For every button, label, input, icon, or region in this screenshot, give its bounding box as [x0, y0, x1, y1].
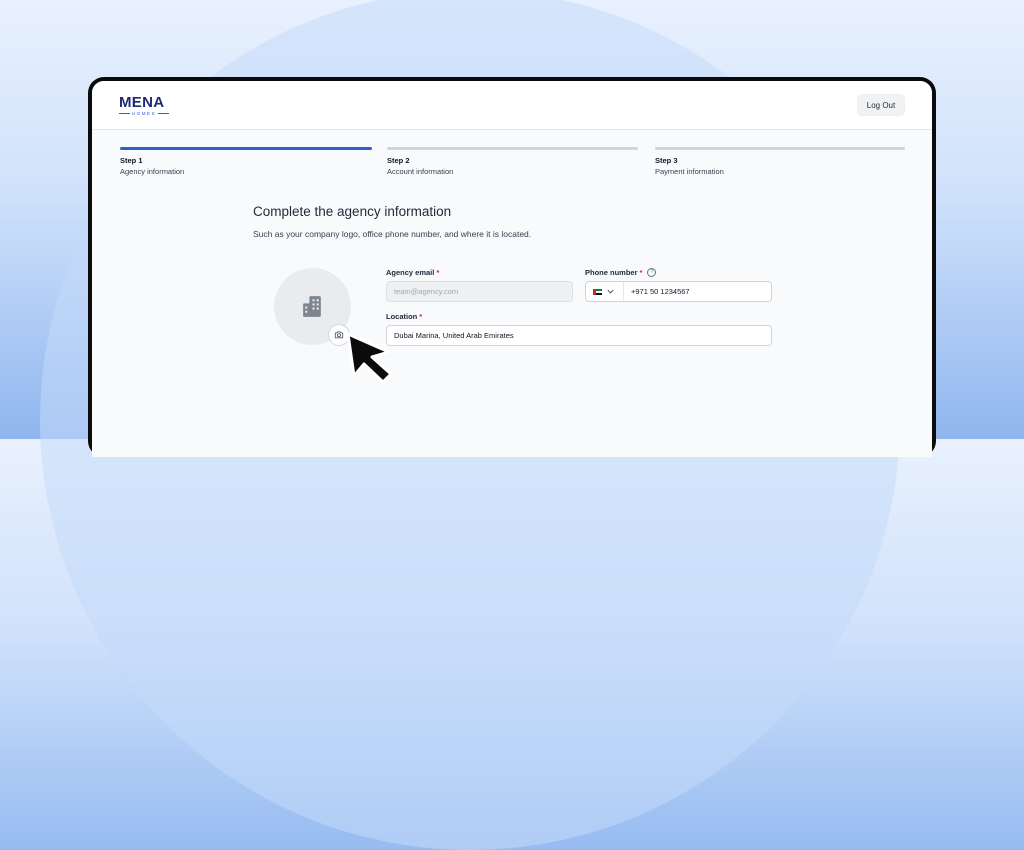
phone-value: +971 50 1234567	[631, 287, 690, 296]
camera-icon	[334, 331, 344, 339]
phone-label-text: Phone number	[585, 268, 638, 277]
cursor-arrow-icon	[346, 332, 393, 384]
step-progress-bar	[120, 147, 372, 150]
chevron-down-icon	[607, 289, 614, 294]
email-label-text: Agency email	[386, 268, 435, 277]
step-3: Step 3 Payment information	[655, 147, 905, 176]
step-progress-bar	[655, 147, 905, 150]
step-2: Step 2 Account information	[387, 147, 638, 176]
brand-name: MENA	[119, 94, 165, 111]
email-placeholder: team@agency.com	[394, 287, 459, 296]
required-mark: *	[639, 268, 643, 277]
device-frame: MENA HOMES Log Out Step 1 Agency informa…	[88, 77, 936, 457]
phone-field[interactable]: +971 50 1234567	[585, 281, 772, 302]
required-mark: *	[436, 268, 440, 277]
brand-logo[interactable]: MENA HOMES	[119, 94, 170, 116]
form-title: Complete the agency information	[253, 204, 452, 219]
uae-flag-icon	[593, 288, 602, 295]
logout-button[interactable]: Log Out	[857, 94, 905, 116]
step-1: Step 1 Agency information	[120, 147, 372, 176]
country-code-select[interactable]	[586, 282, 624, 301]
step-label: Payment information	[655, 167, 724, 176]
location-field[interactable]: Dubai Marina, United Arab Emirates	[386, 325, 772, 346]
step-number: Step 1	[120, 156, 143, 165]
brand-tagline-row: HOMES	[119, 111, 170, 116]
help-icon[interactable]: ?	[647, 268, 657, 277]
location-label-text: Location	[386, 312, 418, 321]
brand-tagline: HOMES	[131, 111, 157, 116]
step-number: Step 2	[387, 156, 410, 165]
app-screen: MENA HOMES Log Out Step 1 Agency informa…	[92, 81, 932, 457]
top-bar: MENA HOMES Log Out	[92, 81, 932, 130]
step-label: Agency information	[120, 167, 185, 176]
email-label: Agency email *	[386, 268, 439, 277]
email-field[interactable]: team@agency.com	[386, 281, 573, 302]
location-label: Location *	[386, 312, 422, 321]
step-number: Step 3	[655, 156, 678, 165]
step-label: Account information	[387, 167, 454, 176]
phone-label: Phone number * ?	[585, 268, 657, 277]
building-icon	[303, 296, 321, 317]
required-mark: *	[419, 312, 423, 321]
form-subtitle: Such as your company logo, office phone …	[253, 229, 532, 239]
step-progress-bar	[387, 147, 638, 150]
